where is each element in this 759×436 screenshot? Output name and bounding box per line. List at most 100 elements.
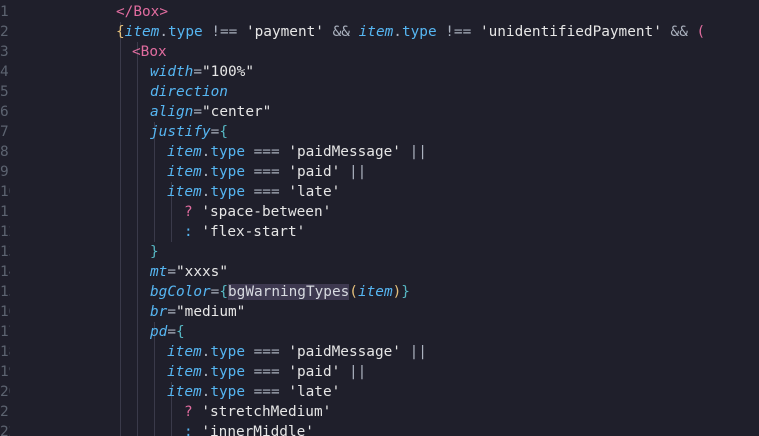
code-token: Box [133,4,160,20]
code-token: === [244,344,289,360]
code-token: item [357,284,393,300]
code-line[interactable]: 6 align="center" [0,102,759,122]
line-number: 15 [0,284,10,300]
line-number: 12 [0,224,10,240]
code-token: type [401,24,437,40]
code-line[interactable]: 19 item.type === 'paid' || [0,362,759,382]
code-line[interactable]: 4 width="100%" [0,62,759,82]
code-token: type [210,144,245,160]
code-token: = [167,304,176,320]
code-token: 'paidMessage' [288,144,401,160]
code-line[interactable]: 3 <Box [0,42,759,62]
code-token: "100%" [202,64,254,80]
code-token: align [150,104,194,120]
code-token: ( [349,284,358,300]
code-token: { [116,24,125,40]
code-token: 'paidMessage' [288,344,401,360]
line-number: 14 [0,264,10,280]
code-line[interactable]: 16 br="medium" [0,302,759,322]
code-token: item [167,144,202,160]
code-line[interactable]: 13} [0,242,759,262]
code-text: } [150,242,159,262]
code-token: bgColor [150,284,211,300]
code-token: "xxxs" [176,264,228,280]
line-number: 22 [0,424,10,436]
code-line[interactable]: 20 item.type === 'late' [0,382,759,402]
code-line[interactable]: 11 ? 'space-between' [0,202,759,222]
code-token: === [244,164,289,180]
line-number: 10 [0,184,10,200]
code-token: width [150,64,194,80]
code-text: bgColor={bgWarningTypes(item)} [150,282,410,302]
line-number: 6 [0,104,9,120]
code-token: } [150,244,159,260]
code-token: item [167,164,202,180]
code-token: item [167,184,202,200]
code-token: item [167,384,202,400]
code-text: item.type === 'paid' || [167,162,366,182]
code-line[interactable]: 12: 'flex-start' [0,222,759,242]
code-line[interactable]: 14 mt="xxxs" [0,262,759,282]
code-text: justify={ [150,122,228,142]
code-line[interactable]: 9 item.type === 'paid' || [0,162,759,182]
code-text: ? 'space-between' [184,202,331,222]
code-line[interactable]: 2 {item.type !== 'payment' && item.type !… [0,22,759,42]
code-line[interactable]: 5 direction [0,82,759,102]
line-number: 11 [0,204,10,220]
line-number: 3 [0,44,9,60]
line-number: 9 [0,164,9,180]
code-token: || [400,144,427,160]
line-number: 16 [0,304,10,320]
code-line[interactable]: 18 item.type === 'paidMessage' || [0,342,759,362]
line-number: 1 [0,4,9,20]
code-token: type [210,364,245,380]
code-token: || [340,164,367,180]
code-token: 'paid' [288,364,341,380]
code-line[interactable]: 7 justify={ [0,122,759,142]
code-token: ( [696,24,706,40]
line-number: 18 [0,344,10,360]
code-token: "center" [202,104,272,120]
code-text: pd={ [150,322,185,342]
code-line[interactable]: 17 pd={ [0,322,759,342]
code-token: ? [184,204,202,220]
code-token: type [210,164,245,180]
code-text: ? 'stretchMedium' [184,402,331,422]
code-token: type [210,384,245,400]
code-token: 'unidentifiedPayment' [479,24,662,40]
code-token: type [210,344,245,360]
code-token: === [244,184,289,200]
code-token: type [168,24,203,40]
code-token: && [323,24,359,40]
code-token: "medium" [176,304,246,320]
code-line[interactable]: 10 item.type === 'late' [0,182,759,202]
code-line[interactable]: 22: 'innerMiddle' [0,422,759,436]
code-line[interactable]: 15 bgColor={bgWarningTypes(item)} [0,282,759,302]
code-token: . [159,24,168,40]
code-token: || [340,364,367,380]
code-token: { [176,324,185,340]
code-token: ) [392,284,402,300]
code-text: item.type === 'late' [167,182,340,202]
code-token: item [167,364,202,380]
code-token: === [244,384,289,400]
code-text: mt="xxxs" [150,262,228,282]
code-token: pd [150,324,168,340]
code-editor[interactable]: 1 </Box> 2 {item.type !== 'payment' && item… [0,0,759,436]
code-token: { [219,124,228,140]
code-token: type [210,184,245,200]
code-token: === [244,144,289,160]
code-line[interactable]: 8 item.type === 'paidMessage' || [0,142,759,162]
code-line[interactable]: 1 </Box> [0,2,759,22]
code-token: 'late' [288,184,341,200]
code-token: br [150,304,168,320]
code-token: = [167,324,176,340]
code-text: align="center" [150,102,271,122]
line-number: 19 [0,364,10,380]
line-number: 20 [0,384,10,400]
code-token: 'flex-start' [201,224,306,240]
line-number: 13 [0,244,10,260]
code-token: 'payment' [245,24,324,40]
code-line[interactable]: 21? 'stretchMedium' [0,402,759,422]
code-text: width="100%" [150,62,254,82]
